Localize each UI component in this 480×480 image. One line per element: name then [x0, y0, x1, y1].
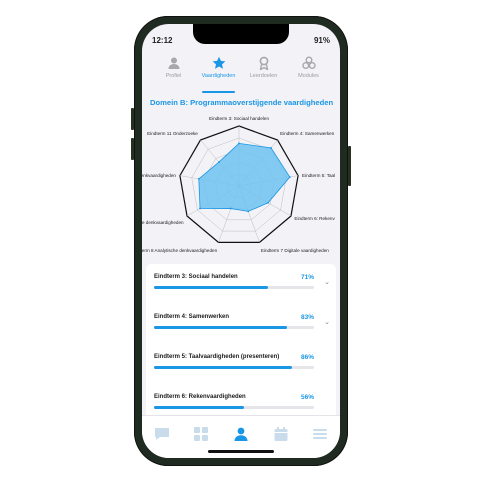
radar-data-point	[199, 207, 201, 210]
radar-data-point	[267, 201, 269, 204]
skill-item[interactable]: Eindterm 4: Samenwerken 83%	[154, 314, 314, 344]
award-icon	[259, 56, 268, 70]
chevron-down-icon[interactable]: ⌄	[324, 318, 330, 326]
radar-axis-label: Eindterm 5: Taal	[302, 173, 335, 178]
skill-progress-track	[154, 286, 314, 289]
radar-chart: Eindterm 3: Sociaal handelen Eindterm 4: …	[142, 116, 335, 253]
radar-data-point	[247, 210, 250, 213]
menu-icon[interactable]	[312, 426, 328, 442]
skill-percent: 83%	[300, 314, 314, 321]
skill-progress-fill	[154, 366, 292, 369]
skill-progress-track	[154, 406, 314, 409]
skill-title: Eindterm 4: Samenwerken	[154, 314, 230, 320]
radar-data-point	[197, 178, 200, 180]
volume-up-button	[131, 108, 134, 130]
skill-title: Eindterm 6: Rekenvaardigheden	[154, 394, 246, 400]
tab-profiel[interactable]: Profiel	[151, 52, 196, 92]
radar-axis-label: Eindterm 11 Onderzoeke	[147, 131, 198, 136]
tab-leerdoelen[interactable]: Leerdoelen	[241, 52, 286, 92]
tab-label: Modules	[298, 73, 319, 79]
radar-data-point	[229, 207, 232, 210]
skill-item[interactable]: Eindterm 3: Sociaal handelen 71%	[154, 274, 314, 304]
radar-axis-label: Eindterm 9 Kritische denkvaardigheden	[142, 220, 184, 225]
radar-axis-label: Eindterm 3: Sociaal handelen	[209, 116, 269, 121]
tab-label: Profiel	[165, 73, 182, 79]
skill-progress-fill	[154, 286, 268, 289]
chevron-down-icon[interactable]: ⌄	[324, 278, 330, 286]
calendar-icon[interactable]	[273, 426, 289, 442]
radar-axis-label: Eindterm 7 Digitale vaardigheden	[261, 248, 329, 253]
domain-title: Domein B: Programmaoverstijgende vaardig…	[150, 98, 334, 107]
radar-data-point	[218, 161, 220, 163]
status-time: 12:12	[152, 36, 173, 45]
tab-label: Vaardigheden	[201, 73, 236, 79]
person-icon[interactable]	[233, 426, 249, 442]
tab-label: Leerdoelen	[249, 73, 278, 79]
radar-data-point	[238, 142, 240, 145]
bottom-nav	[142, 415, 340, 458]
grid-icon[interactable]	[193, 426, 209, 442]
skill-progress-fill	[154, 326, 287, 329]
chat-icon[interactable]	[154, 426, 170, 442]
radar-data-point	[270, 146, 272, 149]
radar-axis-label: Eindterm 4: Samenwerken	[280, 131, 335, 136]
status-battery: 91%	[313, 36, 330, 45]
skill-progress-fill	[154, 406, 244, 409]
skill-item[interactable]: Eindterm 5: Taalvaardigheden (presentere…	[154, 354, 314, 384]
power-button	[348, 146, 351, 186]
radar-data-point	[288, 176, 291, 178]
radar-axis-label: Eindterm 6: Rekenv	[294, 216, 335, 221]
tab-vaardigheden[interactable]: Vaardigheden	[196, 52, 241, 93]
skill-title: Eindterm 3: Sociaal handelen	[154, 274, 238, 280]
person-icon	[168, 57, 179, 69]
radar-data-area	[198, 142, 291, 212]
skill-title: Eindterm 5: Taalvaardigheden (presentere…	[154, 354, 280, 360]
skill-percent: 71%	[300, 274, 314, 281]
volume-down-button	[131, 138, 134, 160]
notch	[193, 24, 289, 44]
cubes-icon	[301, 56, 316, 69]
skill-progress-track	[154, 326, 314, 329]
top-tabs: Profiel Vaardigheden Leerdoelen Modules	[142, 52, 340, 93]
skill-percent: 56%	[300, 394, 314, 401]
tab-modules[interactable]: Modules	[286, 52, 331, 92]
phone-screen: 12:12 91% Profiel Vaardigheden Leerdoele…	[142, 24, 340, 458]
skill-progress-track	[154, 366, 314, 369]
skills-list: Eindterm 3: Sociaal handelen 71% ⌄ Eindt…	[146, 264, 336, 420]
star-icon	[212, 56, 225, 69]
radar-axis-label: Eindterm 8 Analytische denkvaardigheden	[142, 248, 218, 253]
radar-axis-label: Eindterm 10 Creatieve denkvaardigheden	[142, 173, 176, 178]
skill-percent: 86%	[300, 354, 314, 361]
home-indicator	[208, 450, 274, 453]
